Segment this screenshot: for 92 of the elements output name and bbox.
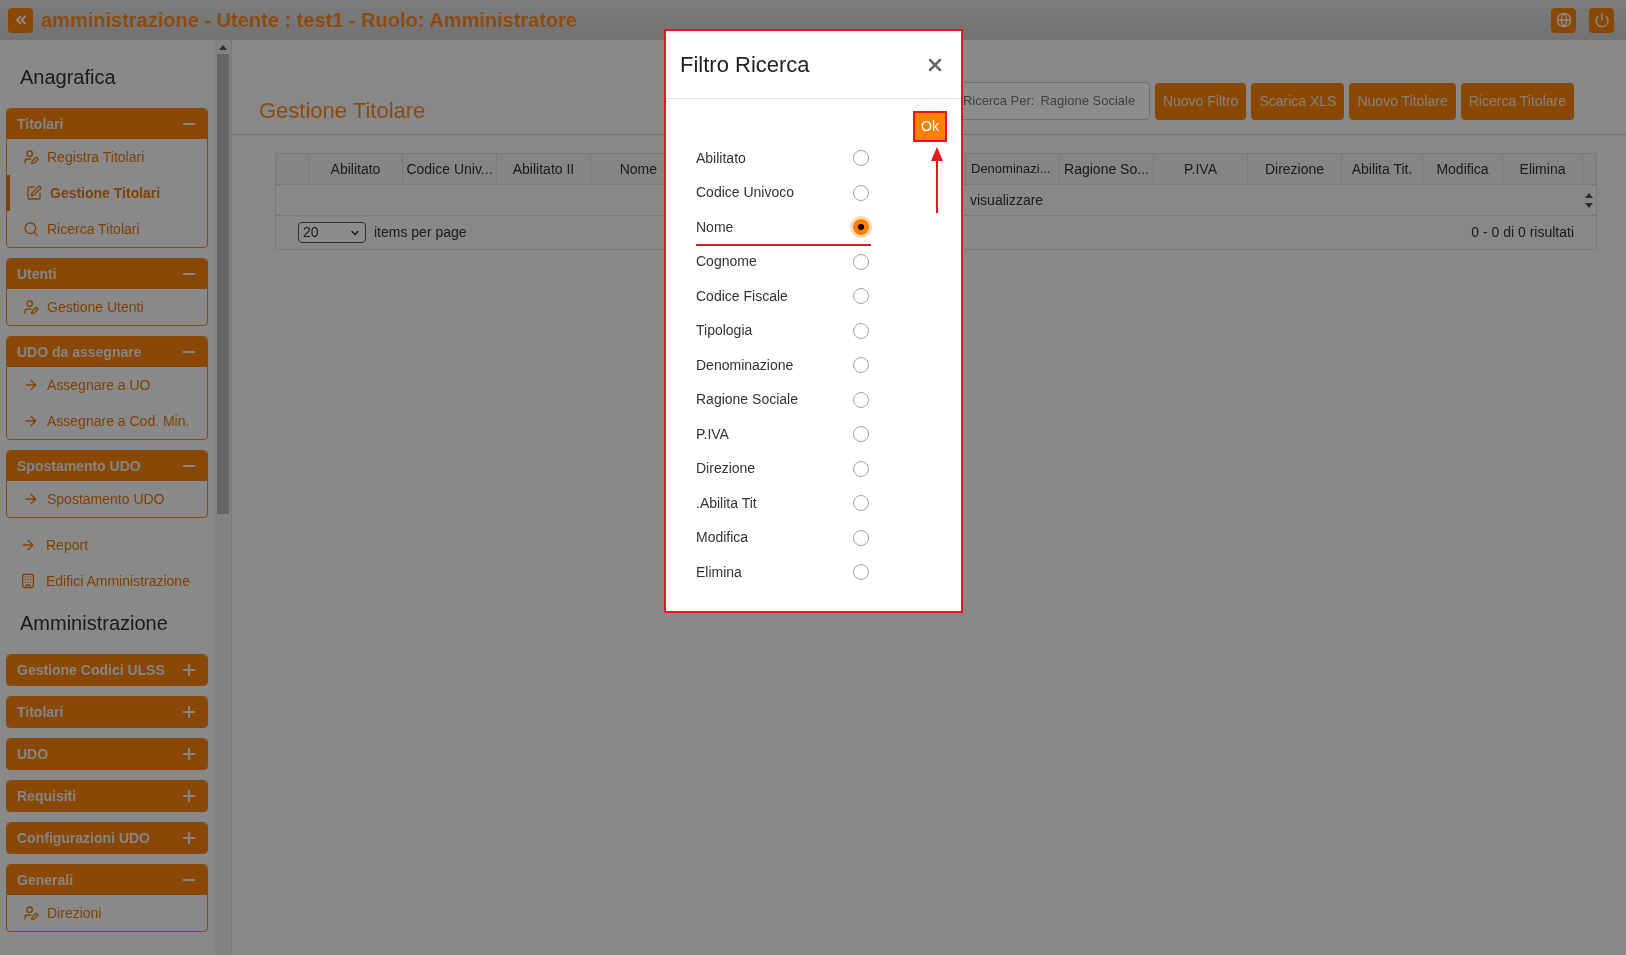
sidebar-item[interactable]: Spostamento UDO — [7, 481, 208, 517]
user-edit-icon — [23, 149, 39, 165]
back-button[interactable] — [8, 7, 33, 33]
sidebar-link[interactable]: Report — [0, 532, 215, 558]
expand-icon — [183, 790, 196, 802]
scrollbar[interactable] — [214, 40, 231, 955]
panel-header[interactable]: Gestione Codici ULSS — [7, 655, 208, 685]
scroll-up-icon[interactable] — [218, 45, 227, 50]
filter-option[interactable]: Modifica — [696, 521, 871, 556]
panel-header[interactable]: Generali — [7, 865, 208, 895]
column-header[interactable]: Abilita Tit. — [1342, 154, 1423, 184]
expand-icon — [183, 832, 196, 844]
column-header[interactable]: Abilitato II — [497, 154, 591, 184]
filter-option[interactable]: Elimina — [696, 556, 871, 591]
radio-button[interactable] — [853, 322, 869, 339]
column-header[interactable]: Codice Univ... — [403, 154, 497, 184]
panel-header[interactable]: Spostamento UDO — [7, 451, 208, 481]
panel-header[interactable]: Titolari — [7, 697, 208, 727]
radio-button[interactable] — [853, 426, 869, 443]
radio-button[interactable] — [853, 184, 869, 201]
power-icon — [1593, 12, 1610, 28]
sidebar-heading: Anagrafica — [19, 65, 117, 90]
radio-button[interactable] — [853, 529, 869, 546]
sidebar-item[interactable]: Assegnare a UO — [7, 367, 208, 403]
action-button[interactable]: Nuovo Titolare — [1349, 82, 1456, 120]
panel-header[interactable]: UDO da assegnare — [7, 337, 208, 367]
filter-option[interactable]: Nome — [696, 211, 871, 246]
filter-option[interactable]: Tipologia — [696, 314, 871, 349]
filter-option[interactable]: Codice Univoco — [696, 176, 871, 211]
empty-message: visualizzare — [970, 190, 1044, 210]
sidebar-item[interactable]: Gestione Titolari — [6, 175, 207, 211]
expand-icon — [183, 664, 196, 676]
filter-option[interactable]: Codice Fiscale — [696, 280, 871, 315]
page-title: Gestione Titolare — [259, 97, 426, 125]
panel-header[interactable]: UDO — [7, 739, 208, 769]
column-header[interactable]: Denominazi... — [966, 154, 1060, 184]
sidebar-item[interactable]: Registra Titolari — [7, 139, 208, 175]
column-header[interactable]: Direzione — [1248, 154, 1342, 184]
page-size-select[interactable]: 20 — [298, 222, 366, 243]
sidebar-item[interactable]: Ricerca Titolari — [7, 211, 208, 247]
radio-button[interactable] — [853, 288, 869, 305]
scroll-up-icon[interactable] — [1584, 192, 1593, 198]
action-button[interactable]: Scarica XLS — [1251, 82, 1345, 120]
ok-button[interactable]: Ok — [913, 111, 947, 142]
app-title: amministrazione - Utente : test1 - Ruolo: Amministratore — [41, 8, 577, 33]
panel-header[interactable]: Utenti — [7, 259, 208, 289]
radio-button[interactable] — [853, 150, 869, 167]
filter-option[interactable]: Direzione — [696, 452, 871, 487]
radio-button[interactable] — [853, 495, 869, 512]
sidebar-heading: Amministrazione — [19, 611, 169, 636]
edit-icon — [26, 185, 42, 201]
search-icon — [23, 221, 39, 237]
radio-button[interactable] — [853, 460, 869, 477]
radio-button[interactable] — [853, 219, 869, 236]
panel-header[interactable]: Titolari — [7, 109, 208, 139]
filter-option[interactable]: Ragione Sociale — [696, 383, 871, 418]
action-button[interactable]: Ricerca Titolare — [1460, 82, 1574, 120]
column-header[interactable]: Abilitato — [309, 154, 403, 184]
sidebar-item[interactable]: Assegnare a Cod. Min. — [7, 403, 208, 439]
filter-option[interactable]: .Abilita Tit — [696, 487, 871, 522]
user-edit-icon — [23, 299, 39, 315]
expand-icon — [183, 706, 196, 718]
radio-button[interactable] — [853, 357, 869, 374]
page-size-label: items per page — [374, 223, 467, 242]
building-icon — [20, 573, 36, 589]
sidebar-link[interactable]: Edifici Amministrazione — [0, 568, 215, 594]
filter-option[interactable]: P.IVA — [696, 418, 871, 453]
panel-header[interactable]: Requisiti — [7, 781, 208, 811]
expand-icon — [183, 748, 196, 760]
globe-icon — [1555, 12, 1572, 28]
filter-option[interactable]: Cognome — [696, 245, 871, 280]
radio-button[interactable] — [853, 253, 869, 270]
column-header[interactable]: Modifica — [1423, 154, 1503, 184]
arrow-right-icon — [20, 537, 36, 553]
column-header[interactable]: Elimina — [1503, 154, 1583, 184]
annotation-arrow — [930, 147, 944, 213]
radio-button[interactable] — [853, 391, 869, 408]
column-header[interactable]: Ragione So... — [1060, 154, 1154, 184]
panel-header[interactable]: Configurazioni UDO — [7, 823, 208, 853]
scroll-down-icon[interactable] — [1584, 202, 1593, 208]
action-button[interactable]: Nuovo Filtro — [1154, 82, 1247, 120]
column-header[interactable]: P.IVA — [1154, 154, 1248, 184]
language-button[interactable] — [1551, 7, 1576, 33]
filter-option[interactable]: Denominazione — [696, 349, 871, 384]
sidebar-item[interactable]: Direzioni — [7, 895, 208, 931]
dialog-title: Filtro Ricerca — [680, 51, 810, 79]
logout-button[interactable] — [1589, 7, 1614, 33]
radio-button[interactable] — [853, 564, 869, 581]
results-summary: 0 - 0 di 0 risultati — [1471, 223, 1574, 242]
sidebar-item[interactable]: Gestione Utenti — [7, 289, 208, 325]
user-edit-icon — [23, 905, 39, 921]
filter-option[interactable]: Abilitato — [696, 142, 871, 177]
